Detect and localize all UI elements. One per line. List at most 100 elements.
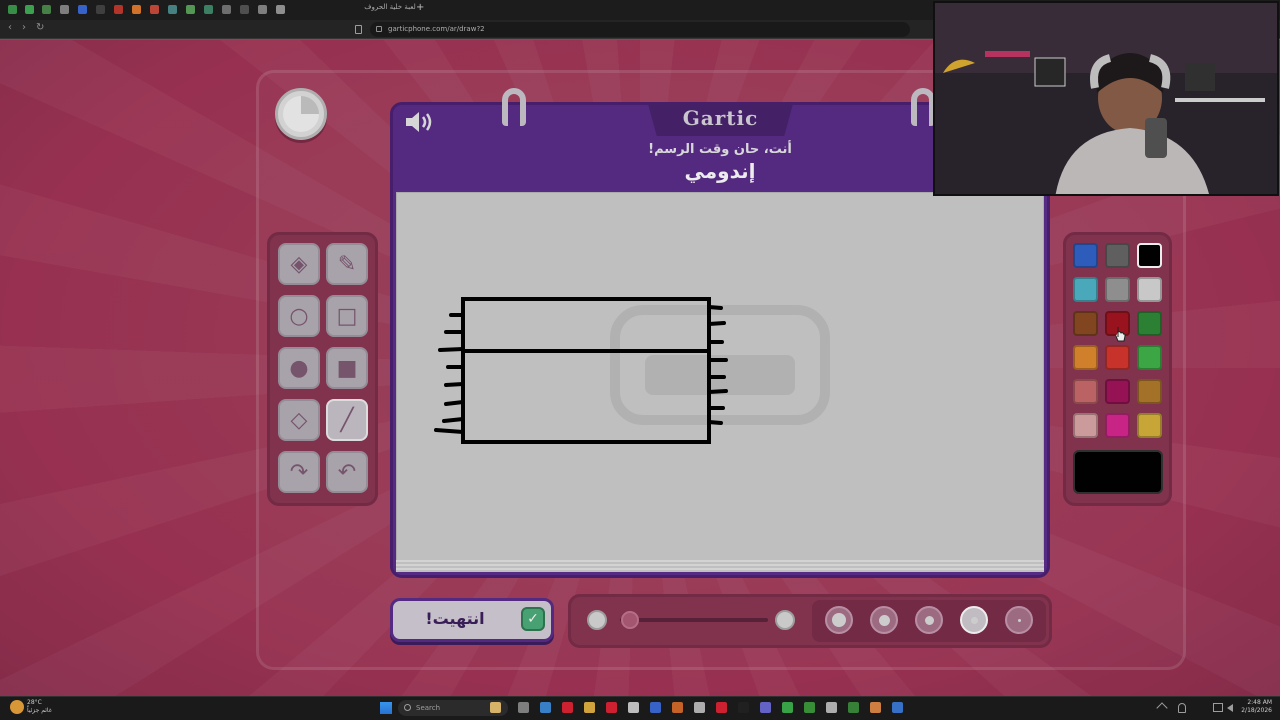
tab-favicon[interactable] bbox=[222, 5, 231, 14]
color-swatch[interactable] bbox=[1105, 379, 1130, 404]
color-swatch[interactable] bbox=[1073, 379, 1098, 404]
color-swatch[interactable] bbox=[1073, 345, 1098, 370]
brush-size-dot bbox=[1017, 618, 1021, 622]
color-swatch[interactable] bbox=[1073, 311, 1098, 336]
steam-icon[interactable] bbox=[892, 702, 903, 713]
draw-prompt: أنت، حان وقت الرسم! bbox=[648, 142, 792, 157]
brave-icon[interactable] bbox=[672, 702, 683, 713]
brush-size-dot bbox=[832, 613, 846, 627]
undo-tool[interactable]: ↶ bbox=[326, 451, 368, 493]
color-swatch[interactable] bbox=[1105, 243, 1130, 268]
opacity-slider-handle[interactable] bbox=[620, 611, 639, 629]
timer-progress bbox=[283, 96, 319, 132]
app-icon[interactable] bbox=[694, 702, 705, 713]
new-tab-button[interactable]: + bbox=[416, 2, 424, 13]
color-swatch[interactable] bbox=[1073, 243, 1098, 268]
tab-favicon[interactable] bbox=[25, 5, 34, 14]
color-swatch[interactable] bbox=[1105, 277, 1130, 302]
youtube-icon[interactable] bbox=[606, 702, 617, 713]
tab-favicon[interactable] bbox=[60, 5, 69, 14]
tab-favicon[interactable] bbox=[96, 5, 105, 14]
ellipse-outline-tool[interactable]: ○ bbox=[278, 295, 320, 337]
sound-icon[interactable] bbox=[403, 108, 435, 136]
store-icon[interactable] bbox=[628, 702, 639, 713]
mouse-cursor-icon bbox=[1115, 327, 1126, 342]
tab-favicon[interactable] bbox=[78, 5, 87, 14]
chrome-icon[interactable] bbox=[870, 702, 881, 713]
bookmark-icon[interactable] bbox=[355, 25, 362, 34]
color-swatch[interactable] bbox=[1105, 345, 1130, 370]
line-tool[interactable]: ╱ bbox=[326, 399, 368, 441]
tab-favicon[interactable] bbox=[132, 5, 141, 14]
brush-size-option[interactable] bbox=[870, 606, 898, 634]
fill-tool[interactable]: ◇ bbox=[278, 399, 320, 441]
volume-icon[interactable] bbox=[1227, 704, 1233, 712]
color-swatch[interactable] bbox=[1137, 413, 1162, 438]
site-info-icon[interactable] bbox=[376, 26, 382, 32]
color-swatch[interactable] bbox=[1105, 413, 1130, 438]
back-icon[interactable]: ‹ bbox=[8, 22, 12, 33]
color-swatch[interactable] bbox=[1137, 379, 1162, 404]
app-icon[interactable] bbox=[716, 702, 727, 713]
chrome-icon[interactable] bbox=[562, 702, 573, 713]
brush-size-option[interactable] bbox=[960, 606, 988, 634]
tab-favicon[interactable] bbox=[150, 5, 159, 14]
tab-favicon[interactable] bbox=[8, 5, 17, 14]
opacity-max-indicator bbox=[775, 610, 795, 630]
tab-favicon[interactable] bbox=[114, 5, 123, 14]
weather-icon[interactable] bbox=[10, 700, 24, 714]
color-swatch[interactable] bbox=[1073, 277, 1098, 302]
ellipse-fill-tool[interactable]: ● bbox=[278, 347, 320, 389]
clock-date: 2/18/2026 bbox=[1241, 707, 1272, 714]
eraser-tool[interactable]: ◈ bbox=[278, 243, 320, 285]
color-swatch[interactable] bbox=[1137, 243, 1162, 268]
reload-icon[interactable]: ↻ bbox=[36, 22, 44, 33]
address-bar[interactable]: garticphone.com/ar/draw?2 bbox=[370, 22, 910, 37]
app-icon[interactable] bbox=[848, 702, 859, 713]
mail-icon[interactable] bbox=[650, 702, 661, 713]
user-drawing bbox=[434, 297, 728, 444]
color-swatch[interactable] bbox=[1137, 277, 1162, 302]
tab-favicon[interactable] bbox=[276, 5, 285, 14]
rect-fill-tool[interactable]: ■ bbox=[326, 347, 368, 389]
tab-favicon[interactable] bbox=[186, 5, 195, 14]
forward-icon[interactable]: › bbox=[22, 22, 26, 33]
pencil-tool[interactable]: ✎ bbox=[326, 243, 368, 285]
file-explorer-icon[interactable] bbox=[490, 702, 501, 713]
square-outline-icon: □ bbox=[336, 303, 358, 329]
color-swatch[interactable] bbox=[1073, 413, 1098, 438]
rect-outline-tool[interactable]: □ bbox=[326, 295, 368, 337]
system-clock[interactable]: 2:48 AM 2/18/2026 bbox=[1238, 699, 1272, 715]
mic-icon[interactable] bbox=[1178, 703, 1186, 713]
windows-start-icon[interactable] bbox=[380, 702, 392, 714]
redo-tool[interactable]: ↷ bbox=[278, 451, 320, 493]
opacity-slider-track[interactable] bbox=[620, 618, 768, 622]
weather-text: غائم جزئياً bbox=[27, 707, 52, 714]
color-swatch[interactable] bbox=[1137, 345, 1162, 370]
active-tab-title[interactable]: لعبة خلية الحروف bbox=[330, 3, 450, 11]
pencil-icon: ✎ bbox=[337, 251, 357, 277]
settings-icon[interactable] bbox=[826, 702, 837, 713]
task-view-icon[interactable] bbox=[518, 702, 529, 713]
xbox-icon[interactable] bbox=[804, 702, 815, 713]
folder-icon[interactable] bbox=[584, 702, 595, 713]
tab-favicon[interactable] bbox=[42, 5, 51, 14]
tab-favicon[interactable] bbox=[204, 5, 213, 14]
app-icon[interactable] bbox=[738, 702, 749, 713]
network-icon[interactable] bbox=[1213, 703, 1223, 712]
edge-icon[interactable] bbox=[540, 702, 551, 713]
brush-size-option[interactable] bbox=[915, 606, 943, 634]
line-icon: ╱ bbox=[340, 407, 354, 433]
color-swatch[interactable] bbox=[1137, 311, 1162, 336]
opacity-min-indicator bbox=[587, 610, 607, 630]
tab-favicon-active[interactable] bbox=[240, 5, 249, 14]
brush-size-dot bbox=[970, 616, 978, 624]
brush-size-dot bbox=[878, 614, 890, 626]
discord-icon[interactable] bbox=[760, 702, 771, 713]
brush-size-option[interactable] bbox=[1005, 606, 1033, 634]
whatsapp-icon[interactable] bbox=[782, 702, 793, 713]
brush-size-option[interactable] bbox=[825, 606, 853, 634]
undo-icon: ↶ bbox=[337, 459, 357, 485]
tab-favicon[interactable] bbox=[168, 5, 177, 14]
tab-favicon[interactable] bbox=[258, 5, 267, 14]
